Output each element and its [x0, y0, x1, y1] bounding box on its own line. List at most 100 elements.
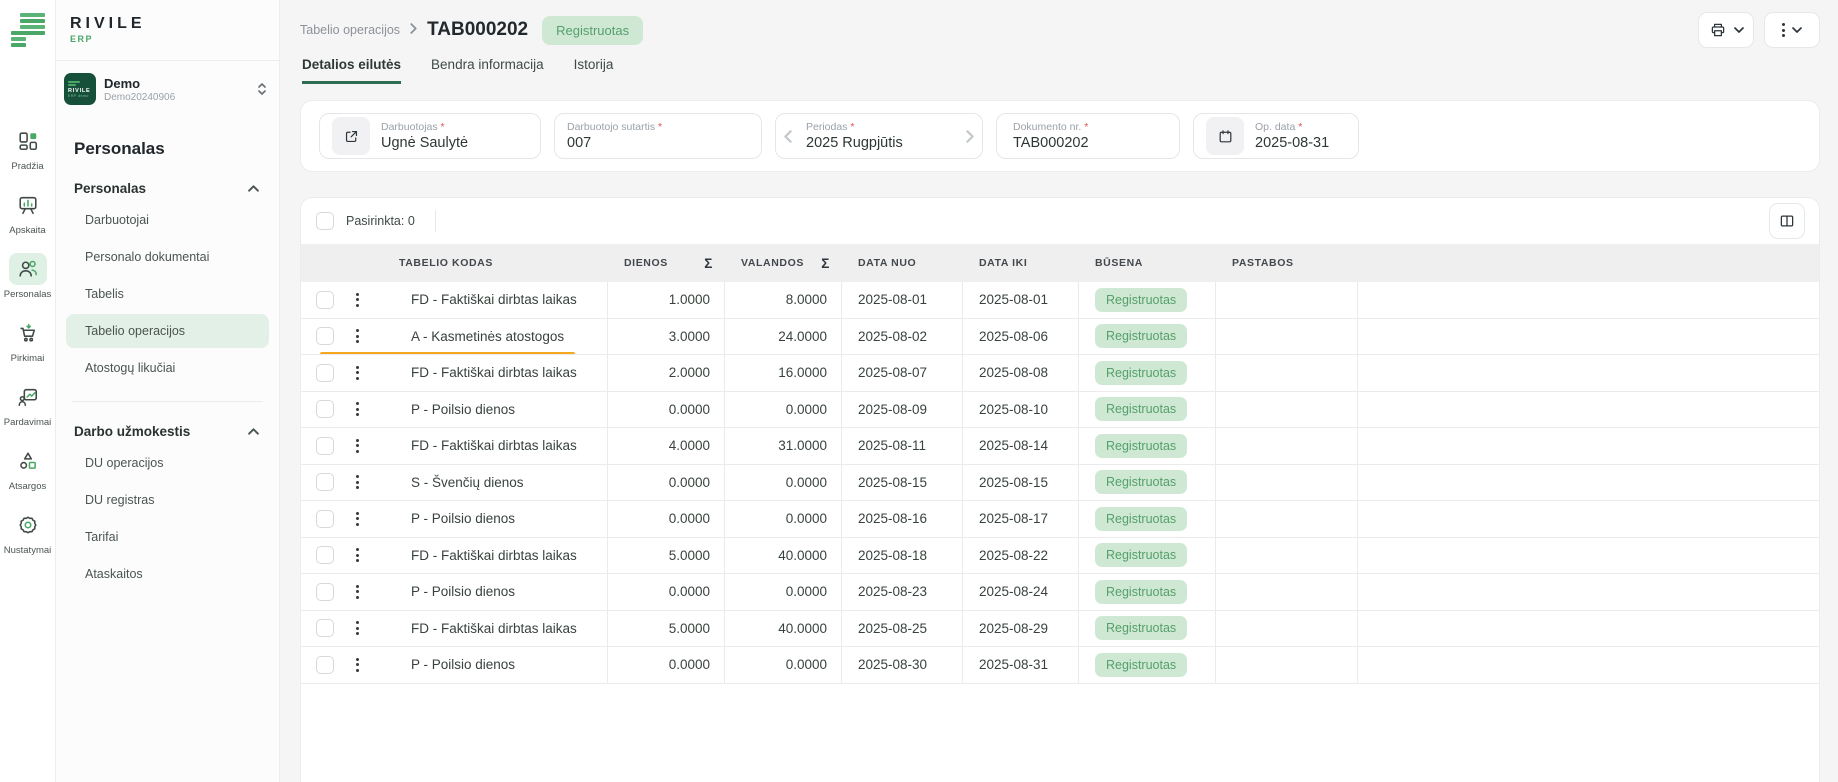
row-checkbox[interactable] [316, 619, 334, 637]
field-label: Darbuotojo sutartis [567, 121, 662, 133]
sidebar-item-du-operacijos[interactable]: DU operacijos [66, 446, 269, 480]
tab-detalios-eilutes[interactable]: Detalios eilutės [302, 57, 401, 84]
row-checkbox[interactable] [316, 583, 334, 601]
rail-item-pradzia[interactable]: Pradžia [4, 125, 52, 172]
rail-item-nustatymai[interactable]: Nustatymai [4, 509, 52, 556]
calendar-icon[interactable] [1206, 117, 1244, 155]
pastabos-cell [1216, 319, 1358, 355]
dokumento-nr-field[interactable]: Dokumento nr. TAB000202 [996, 113, 1180, 159]
row-menu-icon[interactable] [356, 293, 359, 307]
tabelio-kodas-cell: P - Poilsio dienos [411, 657, 515, 672]
dienos-cell: 4.0000 [608, 428, 725, 464]
darbuotojas-value: Ugnė Saulytė [381, 135, 468, 151]
column-header-valandos[interactable]: VALANDOSΣ [725, 244, 842, 282]
row-checkbox[interactable] [316, 473, 334, 491]
chevron-left-icon[interactable] [784, 130, 792, 143]
dienos-cell: 0.0000 [608, 392, 725, 428]
data-iki-cell: 2025-08-17 [963, 501, 1079, 537]
dienos-cell: 0.0000 [608, 501, 725, 537]
darbuotojas-field[interactable]: Darbuotojas Ugnė Saulytė [319, 113, 541, 159]
row-menu-icon[interactable] [356, 329, 359, 343]
sidebar-section-darbo-uzmokestis: Darbo užmokestis DU operacijos DU regist… [56, 402, 279, 591]
column-settings-button[interactable] [1769, 203, 1805, 239]
dienos-cell: 0.0000 [608, 574, 725, 610]
chevron-right-icon[interactable] [966, 130, 974, 143]
sidebar-item-tabelis[interactable]: Tabelis [66, 277, 269, 311]
external-link-icon[interactable] [332, 117, 370, 155]
module-title: Personalas [56, 117, 279, 159]
row-checkbox[interactable] [316, 510, 334, 528]
tabelio-kodas-cell: FD - Faktiškai dirbtas laikas [411, 621, 577, 636]
row-checkbox[interactable] [316, 656, 334, 674]
row-menu-icon[interactable] [356, 366, 359, 380]
table-body: FD - Faktiškai dirbtas laikas1.00008.000… [301, 282, 1819, 684]
data-nuo-cell: 2025-08-15 [842, 465, 963, 501]
rail-item-atsargos[interactable]: Atsargos [4, 445, 52, 492]
row-checkbox[interactable] [316, 400, 334, 418]
column-header-tabelio-kodas[interactable]: TABELIO KODAS [301, 244, 608, 282]
column-header-pastabos[interactable]: PASTABOS [1216, 244, 1358, 282]
sidebar-item-atostogu-likuciai[interactable]: Atostogų likučiai [66, 351, 269, 385]
tab-bar: Detalios eilutės Bendra informacija Isto… [280, 48, 1838, 84]
select-all-checkbox[interactable] [316, 212, 334, 230]
rail-label: Atsargos [9, 481, 47, 492]
table-row: P - Poilsio dienos0.00000.00002025-08-23… [301, 574, 1819, 611]
tabelio-kodas-cell: P - Poilsio dienos [411, 402, 515, 417]
row-checkbox[interactable] [316, 327, 334, 345]
column-header-dienos[interactable]: DIENOSΣ [608, 244, 725, 282]
table-toolbar: Pasirinkta: 0 [301, 198, 1819, 244]
sidebar-item-darbuotojai[interactable]: Darbuotojai [66, 203, 269, 237]
section-header-darbo-uzmokestis[interactable]: Darbo užmokestis [66, 402, 269, 443]
column-header-data-nuo[interactable]: DATA NUO [842, 244, 963, 282]
rail-label: Pradžia [11, 161, 43, 172]
periodas-field[interactable]: Periodas 2025 Rugpjūtis [775, 113, 983, 159]
op-data-field[interactable]: Op. data 2025-08-31 [1193, 113, 1359, 159]
row-menu-icon[interactable] [356, 621, 359, 635]
row-menu-icon[interactable] [356, 585, 359, 599]
sidebar-item-tabelio-operacijos[interactable]: Tabelio operacijos [66, 314, 269, 348]
row-menu-icon[interactable] [356, 475, 359, 489]
sum-icon[interactable]: Σ [821, 256, 830, 271]
tab-istorija[interactable]: Istorija [574, 57, 614, 84]
account-switcher[interactable]: RIVILE ERP demo Demo Demo20240906 [56, 60, 279, 117]
valandos-cell: 16.0000 [725, 355, 842, 391]
kebab-icon [1782, 23, 1785, 37]
column-header-data-iki[interactable]: DATA IKI [963, 244, 1079, 282]
tab-bendra-informacija[interactable]: Bendra informacija [431, 57, 544, 84]
row-checkbox[interactable] [316, 291, 334, 309]
pastabos-cell [1216, 282, 1358, 318]
sidebar-item-personalo-dokumentai[interactable]: Personalo dokumentai [66, 240, 269, 274]
row-menu-icon[interactable] [356, 658, 359, 672]
darbuotojo-sutartis-field[interactable]: Darbuotojo sutartis 007 [554, 113, 762, 159]
brand: RIVILE ERP [56, 0, 279, 44]
dienos-cell: 2.0000 [608, 355, 725, 391]
brand-name: RIVILE [70, 15, 279, 33]
breadcrumb[interactable]: Tabelio operacijos [300, 23, 400, 37]
section-header-personalas[interactable]: Personalas [66, 159, 269, 200]
sidebar-item-tarifai[interactable]: Tarifai [66, 520, 269, 554]
dienos-cell: 0.0000 [608, 647, 725, 683]
up-down-chevron-icon[interactable] [257, 82, 267, 96]
rail-item-pardavimai[interactable]: Pardavimai [4, 381, 52, 428]
more-actions-button[interactable] [1764, 12, 1820, 48]
rail-label: Pardavimai [4, 417, 52, 428]
sidebar: RIVILE ERP RIVILE ERP demo Demo Demo2024… [56, 0, 280, 782]
row-menu-icon[interactable] [356, 439, 359, 453]
print-button[interactable] [1698, 12, 1754, 48]
sum-icon[interactable]: Σ [704, 256, 713, 271]
row-menu-icon[interactable] [356, 402, 359, 416]
empty-cell [1358, 428, 1819, 464]
column-header-busena[interactable]: BŪSENA [1079, 244, 1216, 282]
sidebar-item-ataskaitos[interactable]: Ataskaitos [66, 557, 269, 591]
rail-item-personalas[interactable]: Personalas [4, 253, 52, 300]
data-nuo-cell: 2025-08-16 [842, 501, 963, 537]
rail-item-pirkimai[interactable]: Pirkimai [4, 317, 52, 364]
row-menu-icon[interactable] [356, 548, 359, 562]
row-checkbox[interactable] [316, 546, 334, 564]
row-menu-icon[interactable] [356, 512, 359, 526]
rail-item-apskaita[interactable]: Apskaita [4, 189, 52, 236]
row-checkbox[interactable] [316, 364, 334, 382]
sidebar-item-du-registras[interactable]: DU registras [66, 483, 269, 517]
row-checkbox[interactable] [316, 437, 334, 455]
brand-sub: ERP [70, 34, 279, 44]
